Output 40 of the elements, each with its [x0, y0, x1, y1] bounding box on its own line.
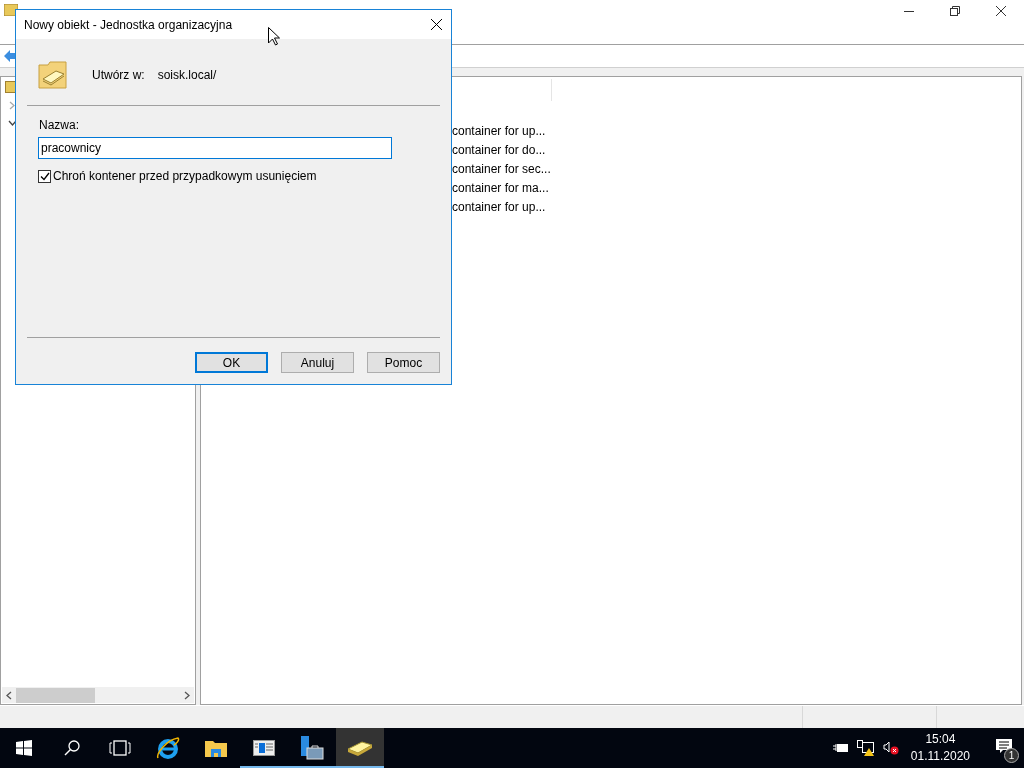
horizontal-scrollbar[interactable] [2, 687, 194, 703]
server-briefcase-icon [300, 736, 324, 760]
task-view-icon [109, 740, 131, 756]
dialog-button[interactable]: OK [195, 352, 268, 373]
close-icon [996, 6, 1006, 16]
description-cell-text: container for do... [452, 142, 547, 159]
name-label: Nazwa: [39, 117, 79, 134]
clock-time[interactable]: 15:04 [925, 731, 956, 748]
dialog-title: Nowy obiekt - Jednostka organizacyjna [24, 16, 233, 34]
scroll-left-icon[interactable] [6, 690, 12, 700]
create-in-label: Utwórz w: [92, 67, 145, 84]
window-panel-icon [253, 740, 275, 756]
description-cell-text: container for up... [452, 199, 547, 216]
dialog-button[interactable]: Anuluj [281, 352, 354, 373]
description-cell-text: container for ma... [452, 180, 550, 197]
restore-icon [950, 6, 960, 16]
book-stack-icon [347, 740, 373, 756]
folder-icon [38, 61, 68, 89]
speaker-muted-icon[interactable] [882, 741, 899, 755]
name-field[interactable]: pracownicy [38, 137, 392, 159]
scroll-thumb[interactable] [16, 687, 95, 703]
folder-icon [205, 739, 227, 757]
description-cell-text: container for sec... [452, 161, 551, 178]
network-warning-icon[interactable] [856, 740, 875, 756]
close-icon [430, 19, 442, 30]
browser-e-icon [156, 736, 180, 760]
description-cell-text: container for up... [452, 123, 547, 140]
notification-count: 1 [1004, 748, 1019, 763]
scroll-right-icon[interactable] [184, 690, 190, 700]
folder-icon [4, 4, 18, 16]
power-icon[interactable] [832, 743, 849, 753]
checkbox[interactable] [38, 169, 51, 183]
create-in-path: soisk.local/ [157, 67, 217, 84]
notifications-button[interactable]: 1 [984, 728, 1024, 768]
minimize-icon [904, 10, 914, 12]
dialog-button[interactable]: Pomoc [367, 352, 440, 373]
clock-date[interactable]: 01.11.2020 [910, 748, 970, 765]
taskbar-app-button[interactable] [336, 728, 384, 768]
search-icon [64, 740, 80, 756]
windows-logo-icon [16, 740, 32, 756]
